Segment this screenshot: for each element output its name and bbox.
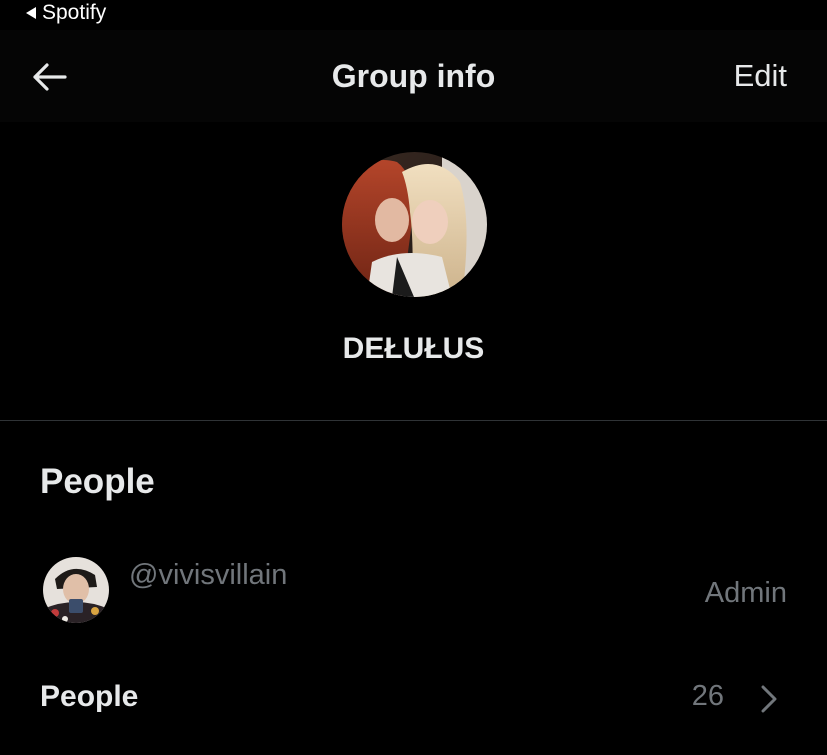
group-name: DEŁUŁUS (342, 332, 485, 365)
back-app-label: Spotify (42, 1, 107, 24)
member-photo (43, 557, 109, 623)
people-list-row[interactable]: People 26 (0, 660, 827, 736)
section-divider (0, 420, 827, 421)
people-section-heading: People (40, 462, 155, 501)
edit-button[interactable]: Edit (734, 58, 787, 94)
people-row-label: People (40, 680, 139, 713)
page-title: Group info (331, 58, 496, 94)
back-triangle-icon (26, 7, 36, 19)
member-row[interactable]: @vivisvillain Admin (0, 545, 827, 640)
chevron-right-icon (761, 685, 777, 713)
avatar[interactable] (43, 557, 109, 623)
nav-bar: Group info Edit (0, 30, 827, 122)
member-handle: @vivisvillain (129, 559, 288, 591)
status-bar-back-link[interactable]: Spotify (26, 0, 106, 26)
people-count: 26 (691, 680, 724, 712)
group-photo (342, 152, 487, 297)
member-role-badge: Admin (704, 577, 787, 609)
group-avatar (342, 152, 487, 297)
